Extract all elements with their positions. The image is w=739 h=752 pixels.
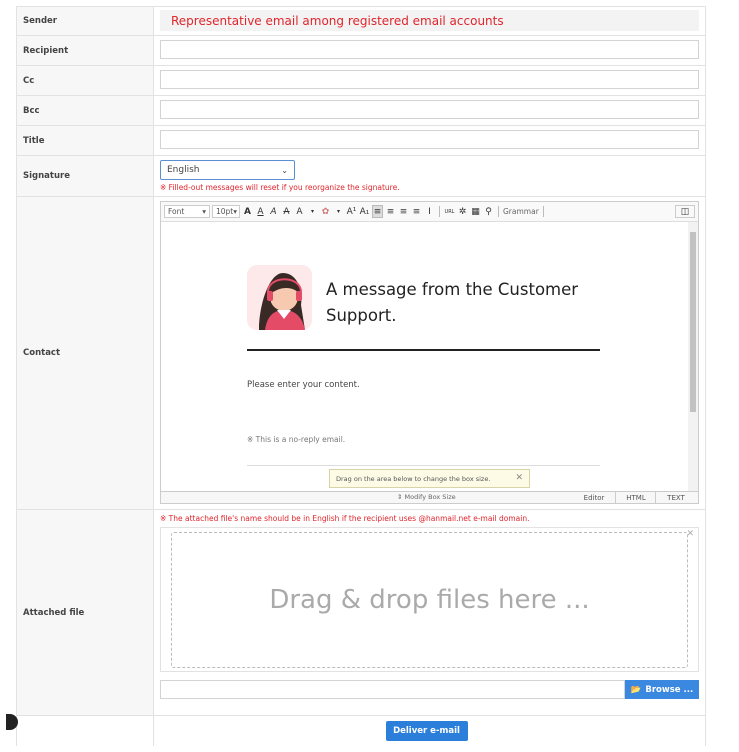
content-body: Please enter your content.: [247, 380, 360, 390]
contact-label: Contact: [16, 197, 154, 509]
deliver-button[interactable]: Deliver e-mail: [385, 721, 468, 741]
recipient-input[interactable]: [160, 40, 699, 59]
mode-editor[interactable]: Editor: [573, 492, 615, 503]
content-heading: A message from the Customer Support.: [326, 280, 579, 325]
align-left-icon[interactable]: ≡: [372, 205, 383, 218]
mode-text[interactable]: TEXT: [655, 492, 696, 503]
mode-html[interactable]: HTML: [615, 492, 656, 503]
title-label: Title: [16, 126, 154, 155]
content-noreply: ※ This is a no-reply email.: [247, 435, 346, 444]
attached-row: Attached file ※ The attached file's name…: [16, 510, 706, 716]
signature-warning: ※ Filled-out messages will reset if you …: [160, 183, 400, 192]
folder-icon: 📂: [630, 684, 642, 695]
bcc-input[interactable]: [160, 100, 699, 119]
bold-icon[interactable]: A: [242, 205, 253, 218]
editor-footer: ⇕ Modify Box Size Editor HTML TEXT: [161, 491, 698, 503]
underline-icon[interactable]: A: [255, 205, 266, 218]
attach-warning: ※ The attached file's name should be in …: [160, 514, 530, 523]
resize-tooltip: Drag on the area below to change the box…: [329, 469, 530, 488]
dropzone[interactable]: Drag & drop files here ...: [171, 532, 688, 668]
special-char-icon[interactable]: ✲: [457, 205, 468, 218]
content-divider: [247, 349, 600, 351]
find-icon[interactable]: ⚲: [483, 205, 494, 218]
highlight-chevron-icon[interactable]: ▾: [333, 205, 344, 218]
browse-button[interactable]: 📂 Browse ...: [625, 680, 699, 699]
font-select[interactable]: Font ▾: [164, 205, 210, 218]
sender-label: Sender: [16, 7, 154, 35]
deliver-row: Deliver e-mail: [16, 716, 706, 746]
close-icon[interactable]: ✕: [686, 529, 694, 539]
editor-content[interactable]: A message from the Customer Support. Ple…: [161, 222, 688, 491]
sender-row: Sender Representative email among regist…: [16, 7, 706, 36]
mail-form: Sender Representative email among regist…: [16, 6, 706, 746]
modify-box-size-handle[interactable]: ⇕ Modify Box Size: [397, 493, 456, 501]
subscript-icon[interactable]: A₁: [359, 205, 370, 218]
signature-row: Signature English ⌄ ※ Filled-out message…: [16, 156, 706, 197]
scroll-thumb[interactable]: [690, 232, 696, 412]
bcc-label: Bcc: [16, 96, 154, 125]
file-path-input[interactable]: [160, 680, 625, 699]
italic-icon[interactable]: A: [268, 205, 279, 218]
recipient-row: Recipient: [16, 36, 706, 66]
sender-value: Representative email among registered em…: [160, 10, 699, 31]
editor-toolbar: Font ▾ 10pt ▾ A A A A A ▾ ✿ ▾ A¹ A₁ ≡ ≡ ≡ …: [161, 202, 698, 222]
font-color-chevron-icon[interactable]: ▾: [307, 205, 318, 218]
signature-selected: English: [167, 165, 200, 175]
fullscreen-icon[interactable]: ◫: [675, 205, 695, 218]
editor-scrollbar[interactable]: [688, 222, 698, 491]
support-avatar: [247, 265, 312, 330]
table-icon[interactable]: ▦: [470, 205, 481, 218]
cc-input[interactable]: [160, 70, 699, 89]
signature-label: Signature: [16, 156, 154, 196]
close-icon[interactable]: ✕: [515, 473, 523, 483]
avatar-icon: [259, 273, 305, 330]
superscript-icon[interactable]: A¹: [346, 205, 357, 218]
bcc-row: Bcc: [16, 96, 706, 126]
chevron-down-icon: ⌄: [281, 165, 288, 175]
title-row: Title: [16, 126, 706, 156]
highlight-icon[interactable]: ✿: [320, 205, 331, 218]
title-input[interactable]: [160, 130, 699, 149]
size-select[interactable]: 10pt ▾: [212, 205, 240, 218]
cc-row: Cc: [16, 66, 706, 96]
dropzone-container: ✕ Drag & drop files here ...: [160, 527, 699, 672]
editor: Font ▾ 10pt ▾ A A A A A ▾ ✿ ▾ A¹ A₁ ≡ ≡ ≡ …: [160, 201, 699, 504]
signature-select[interactable]: English ⌄: [160, 160, 295, 180]
align-justify-icon[interactable]: ≡: [411, 205, 422, 218]
line-height-icon[interactable]: I: [424, 205, 435, 218]
attached-label: Attached file: [16, 510, 154, 715]
link-icon[interactable]: URL: [444, 205, 455, 218]
content-divider-2: [247, 465, 600, 466]
align-center-icon[interactable]: ≡: [385, 205, 396, 218]
cc-label: Cc: [16, 66, 154, 95]
recipient-label: Recipient: [16, 36, 154, 65]
strike-icon[interactable]: A: [281, 205, 292, 218]
align-right-icon[interactable]: ≡: [398, 205, 409, 218]
contact-row: Contact Font ▾ 10pt ▾ A A A A A ▾ ✿ ▾ A¹ A…: [16, 197, 706, 510]
grammar-button[interactable]: Grammar: [503, 207, 539, 216]
font-color-icon[interactable]: A: [294, 205, 305, 218]
